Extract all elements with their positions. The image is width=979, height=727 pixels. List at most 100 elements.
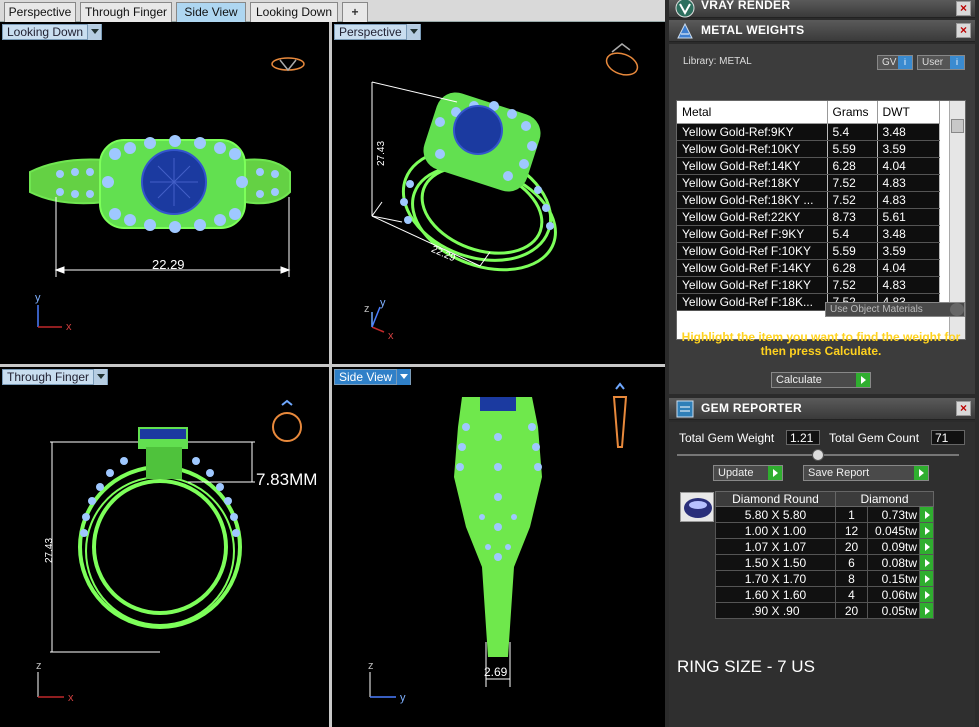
side-view-wireframe: 2.69 z y <box>368 382 628 704</box>
grams-cell: 7.52 <box>827 276 878 294</box>
vray-render-header[interactable]: VRAY RENDER × <box>669 0 975 18</box>
scrollbar-thumb[interactable] <box>951 119 964 133</box>
row-go-button[interactable] <box>919 522 934 539</box>
metal-name-cell: Yellow Gold-Ref F:18KY <box>677 276 828 294</box>
table-row[interactable]: 1.07 X 1.07 20 0.09tw <box>715 538 934 555</box>
grams-cell: 8.73 <box>827 208 878 226</box>
play-icon <box>856 373 870 387</box>
table-row[interactable]: Yellow Gold-Ref F:18KY 7.52 4.83 <box>677 276 940 294</box>
tab-perspective[interactable]: Perspective <box>4 2 76 22</box>
close-icon[interactable]: × <box>956 401 971 416</box>
row-go-button[interactable] <box>919 506 934 523</box>
through-finger-preview-icon <box>272 399 302 442</box>
metal-name-cell: Yellow Gold-Ref:18KY <box>677 174 828 192</box>
save-report-label: Save Report <box>808 467 870 479</box>
toggle-icon <box>950 303 964 316</box>
use-object-materials-label: Use Object Materials <box>830 304 923 315</box>
close-icon[interactable]: × <box>956 23 971 38</box>
gem-weight-cell: 0.73tw <box>867 506 920 523</box>
viewport-looking-down[interactable]: Looking Down 22.29 y x <box>0 22 329 364</box>
gem-reporter-header[interactable]: GEM REPORTER × <box>669 398 975 420</box>
grams-cell: 6.28 <box>827 259 878 277</box>
viewport-side-view[interactable]: Side View 2.69 z y <box>332 367 665 727</box>
vray-icon <box>675 0 695 18</box>
grams-cell: 7.52 <box>827 191 878 209</box>
column-header-grams[interactable]: Grams <box>827 101 878 124</box>
svg-text:x: x <box>68 692 74 704</box>
info-icon: i <box>950 56 964 69</box>
dimension-label: 2.69 <box>484 665 508 679</box>
gem-size-cell: 1.60 X 1.60 <box>715 586 836 603</box>
viewport-perspective[interactable]: Perspective 27.43 22.29 z y x <box>332 22 665 364</box>
table-row[interactable]: 5.80 X 5.80 1 0.73tw <box>715 506 934 523</box>
metal-name-cell: Yellow Gold-Ref F:9KY <box>677 225 828 243</box>
dwt-cell: 3.48 <box>877 123 940 141</box>
dimension-label: 22.29 <box>152 257 185 272</box>
tab-through-finger[interactable]: Through Finger <box>80 2 172 22</box>
calculate-button[interactable]: Calculate <box>771 372 871 388</box>
close-icon[interactable]: × <box>956 1 971 16</box>
tab-looking-down[interactable]: Looking Down <box>250 2 338 22</box>
gem-weight-cell: 0.05tw <box>867 602 920 619</box>
side-view-preview-icon <box>612 382 628 448</box>
table-row[interactable]: Yellow Gold-Ref:14KY 6.28 4.04 <box>677 157 940 175</box>
table-row[interactable]: 1.70 X 1.70 8 0.15tw <box>715 570 934 587</box>
table-row[interactable]: Yellow Gold-Ref:18KY 7.52 4.83 <box>677 174 940 192</box>
svg-text:z: z <box>368 660 374 672</box>
row-go-button[interactable] <box>919 602 934 619</box>
user-toggle[interactable]: User i <box>917 55 965 70</box>
table-row[interactable]: Yellow Gold-Ref:10KY 5.59 3.59 <box>677 140 940 158</box>
table-row[interactable]: Yellow Gold-Ref:18KY ... 7.52 4.83 <box>677 191 940 209</box>
column-header-diamond[interactable]: Diamond <box>835 491 934 507</box>
grams-cell: 6.28 <box>827 157 878 175</box>
table-row[interactable]: .90 X .90 20 0.05tw <box>715 602 934 619</box>
use-object-materials-checkbox[interactable]: Use Object Materials <box>825 302 965 317</box>
svg-text:z: z <box>364 303 370 315</box>
table-row[interactable]: 1.50 X 1.50 6 0.08tw <box>715 554 934 571</box>
play-icon <box>768 466 782 480</box>
gem-weight-cell: 0.09tw <box>867 538 920 555</box>
column-header-metal[interactable]: Metal <box>677 101 828 124</box>
metal-name-cell: Yellow Gold-Ref:14KY <box>677 157 828 175</box>
metal-name-cell: Yellow Gold-Ref:18KY ... <box>677 191 828 209</box>
metal-weights-header[interactable]: METAL WEIGHTS × <box>669 20 975 42</box>
column-header-dwt[interactable]: DWT <box>877 101 940 124</box>
table-row[interactable]: Yellow Gold-Ref F:14KY 6.28 4.04 <box>677 259 940 277</box>
gem-weight-cell: 0.15tw <box>867 570 920 587</box>
gem-size-cell: 5.80 X 5.80 <box>715 506 836 523</box>
save-report-button[interactable]: Save Report <box>803 465 929 481</box>
table-row[interactable]: Yellow Gold-Ref F:10KY 5.59 3.59 <box>677 242 940 260</box>
table-row[interactable]: 1.00 X 1.00 12 0.045tw <box>715 522 934 539</box>
gem-size-cell: 1.07 X 1.07 <box>715 538 836 555</box>
dimension-height-label: 27.43 <box>44 538 55 563</box>
dwt-cell: 4.83 <box>877 191 940 209</box>
table-row[interactable]: Yellow Gold-Ref:9KY 5.4 3.48 <box>677 123 940 141</box>
gv-toggle[interactable]: GV i <box>877 55 913 70</box>
dwt-cell: 4.04 <box>877 157 940 175</box>
slider-knob[interactable] <box>812 449 824 461</box>
table-row[interactable]: 1.60 X 1.60 4 0.06tw <box>715 586 934 603</box>
dwt-cell: 3.48 <box>877 225 940 243</box>
gem-size-cell: 1.50 X 1.50 <box>715 554 836 571</box>
gem-weight-cell: 0.08tw <box>867 554 920 571</box>
row-go-button[interactable] <box>919 570 934 587</box>
row-go-button[interactable] <box>919 586 934 603</box>
table-row[interactable]: Yellow Gold-Ref:22KY 8.73 5.61 <box>677 208 940 226</box>
grams-cell: 5.4 <box>827 123 878 141</box>
row-go-button[interactable] <box>919 538 934 555</box>
viewport-through-finger[interactable]: Through Finger 27.43 z x 7.83MM <box>0 367 329 727</box>
metal-weights-icon <box>677 22 693 39</box>
gem-count-cell: 6 <box>835 554 868 571</box>
gem-table[interactable]: Diamond Round Diamond 5.80 X 5.80 1 0.73tw… <box>715 491 934 619</box>
tab-side-view[interactable]: Side View <box>176 2 246 22</box>
add-tab-button[interactable]: + <box>342 2 368 22</box>
column-header-diamond-round[interactable]: Diamond Round <box>715 491 836 507</box>
perspective-wireframe: 27.43 22.29 z y x <box>364 43 639 342</box>
gem-reporter-slider[interactable] <box>677 449 959 461</box>
table-row[interactable]: Yellow Gold-Ref F:9KY 5.4 3.48 <box>677 225 940 243</box>
row-go-button[interactable] <box>919 554 934 571</box>
viewport-grid: Looking Down 22.29 y x Perspective 27.43… <box>0 22 665 727</box>
gem-weight-cell: 0.045tw <box>867 522 920 539</box>
update-button[interactable]: Update <box>713 465 783 481</box>
play-icon <box>914 466 928 480</box>
